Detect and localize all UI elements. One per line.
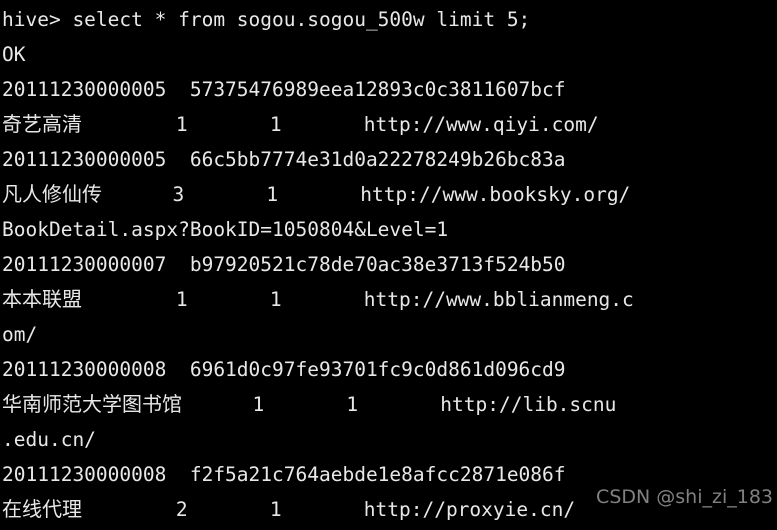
result-fields-4: 1 1 http://lib.scnu xyxy=(182,393,617,416)
terminal-line-row1-tail: 奇艺高清 1 1 http://www.qiyi.com/ xyxy=(2,107,777,142)
result-keyword-3: 本本联盟 xyxy=(2,287,82,311)
result-keyword-1: 奇艺高清 xyxy=(2,112,82,136)
terminal-line-row4-wrap: .edu.cn/ xyxy=(2,428,96,451)
terminal-line-row2-wrap: BookDetail.aspx?BookID=1050804&Level=1 xyxy=(2,218,449,241)
result-fields-3: 1 1 http://www.bblianmeng.c xyxy=(82,288,634,311)
terminal-line-row5-head: 20111230000008 f2f5a21c764aebde1e8afcc28… xyxy=(2,463,566,486)
result-fields-2: 3 1 http://www.booksky.org/ xyxy=(102,183,631,206)
result-fields-1: 1 1 http://www.qiyi.com/ xyxy=(82,113,599,136)
terminal-line-row1-head: 20111230000005 57375476989eea12893c0c381… xyxy=(2,78,566,101)
terminal-line-row2-head: 20111230000005 66c5bb7774e31d0a22278249b… xyxy=(2,148,566,171)
terminal-line-command: hive> select * from sogou.sogou_500w lim… xyxy=(2,8,531,31)
terminal-line-row2-tail: 凡人修仙传 3 1 http://www.booksky.org/ xyxy=(2,177,777,212)
result-keyword-2: 凡人修仙传 xyxy=(2,182,102,206)
terminal-line-row3-head: 20111230000007 b97920521c78de70ac38e3713… xyxy=(2,253,566,276)
result-keyword-5: 在线代理 xyxy=(2,497,82,521)
terminal-line-row4-tail: 华南师范大学图书馆 1 1 http://lib.scnu xyxy=(2,387,777,422)
terminal-window[interactable]: hive> select * from sogou.sogou_500w lim… xyxy=(0,0,777,530)
terminal-line-row5-tail: 在线代理 2 1 http://proxyie.cn/ xyxy=(2,492,777,527)
result-keyword-4: 华南师范大学图书馆 xyxy=(2,392,182,416)
terminal-line-row3-tail: 本本联盟 1 1 http://www.bblianmeng.c xyxy=(2,282,777,317)
terminal-line-status-ok: OK xyxy=(2,43,26,66)
terminal-line-row3-wrap: om/ xyxy=(2,323,38,346)
result-fields-5: 2 1 http://proxyie.cn/ xyxy=(82,498,576,521)
terminal-line-row4-head: 20111230000008 6961d0c97fe93701fc9c0d861… xyxy=(2,358,566,381)
